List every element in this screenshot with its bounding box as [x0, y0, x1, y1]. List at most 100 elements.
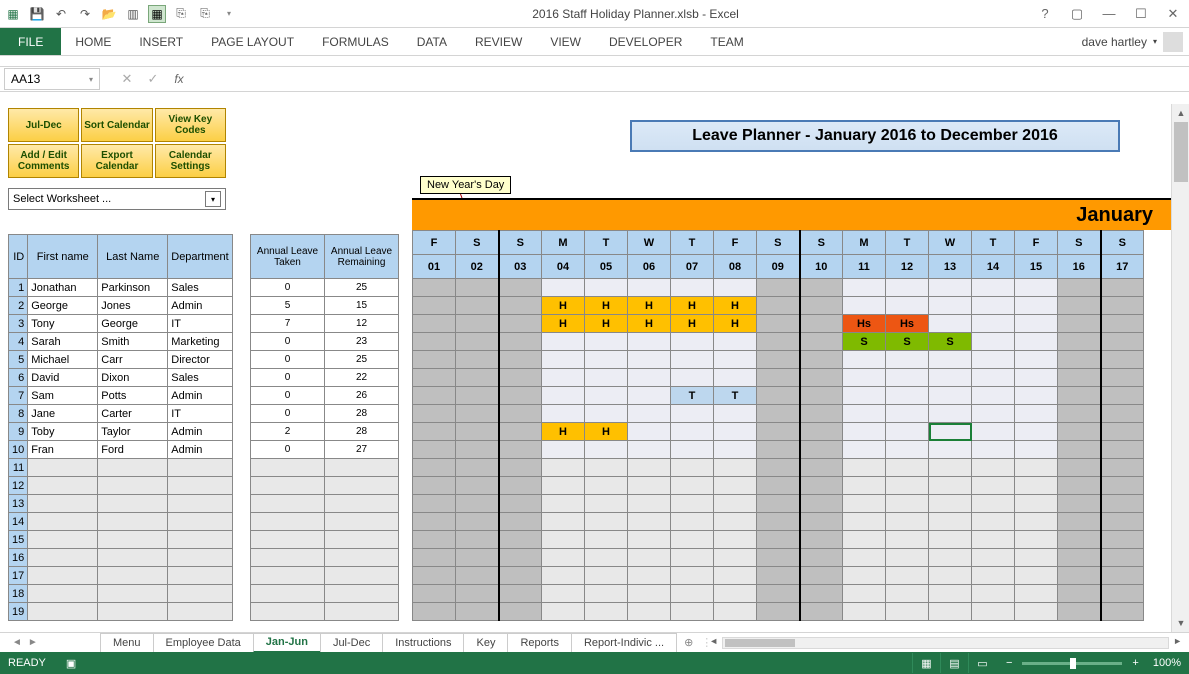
cal-cell[interactable]: [1015, 513, 1058, 531]
cal-cell[interactable]: [843, 549, 886, 567]
cal-cell[interactable]: [800, 567, 843, 585]
cal-cell[interactable]: [1101, 405, 1144, 423]
help-icon[interactable]: ?: [1033, 4, 1057, 24]
cal-row[interactable]: [413, 513, 1144, 531]
cal-cell[interactable]: [714, 513, 757, 531]
cal-row[interactable]: HHHHHHsHs: [413, 315, 1144, 333]
cal-cell[interactable]: [1101, 459, 1144, 477]
cal-cell[interactable]: S: [886, 333, 929, 351]
cal-cell[interactable]: [714, 405, 757, 423]
tab-formulas[interactable]: FORMULAS: [308, 28, 403, 55]
cal-cell[interactable]: [542, 387, 585, 405]
cal-cell[interactable]: [843, 369, 886, 387]
cal-cell[interactable]: [413, 297, 456, 315]
cal-row[interactable]: HHHHH: [413, 297, 1144, 315]
table-row[interactable]: [251, 513, 399, 531]
cal-cell[interactable]: [714, 531, 757, 549]
cal-cell[interactable]: [628, 531, 671, 549]
cal-cell[interactable]: [628, 387, 671, 405]
cal-cell[interactable]: [1101, 423, 1144, 441]
zoom-slider[interactable]: [1022, 662, 1122, 665]
undo-icon[interactable]: ↶: [52, 5, 70, 23]
cal-cell[interactable]: [671, 513, 714, 531]
cal-cell[interactable]: [456, 297, 499, 315]
cal-cell[interactable]: [843, 459, 886, 477]
cal-cell[interactable]: [714, 279, 757, 297]
maximize-icon[interactable]: ☐: [1129, 4, 1153, 24]
table-row[interactable]: [251, 477, 399, 495]
scroll-up-icon[interactable]: ▲: [1172, 104, 1189, 122]
cal-cell[interactable]: [1101, 477, 1144, 495]
cal-cell[interactable]: [413, 333, 456, 351]
tab-view[interactable]: VIEW: [536, 28, 595, 55]
cal-cell[interactable]: [800, 603, 843, 621]
cal-cell[interactable]: [714, 495, 757, 513]
cal-cell[interactable]: [671, 549, 714, 567]
sheet-tab[interactable]: Key: [463, 633, 508, 653]
cal-cell[interactable]: [1101, 279, 1144, 297]
cal-cell[interactable]: [456, 495, 499, 513]
cal-cell[interactable]: [413, 351, 456, 369]
cal-cell[interactable]: [542, 567, 585, 585]
cal-cell[interactable]: [800, 495, 843, 513]
cal-cell[interactable]: [929, 423, 972, 441]
cal-cell[interactable]: H: [542, 423, 585, 441]
table-row[interactable]: 17: [9, 567, 233, 585]
cal-cell[interactable]: [800, 459, 843, 477]
btn-sort-calendar[interactable]: Sort Calendar: [81, 108, 152, 142]
vertical-scrollbar[interactable]: ▲ ▼: [1171, 104, 1189, 632]
cal-cell[interactable]: H: [714, 315, 757, 333]
cal-cell[interactable]: [456, 405, 499, 423]
cal-cell[interactable]: [929, 549, 972, 567]
cal-cell[interactable]: H: [585, 315, 628, 333]
sheet-tab[interactable]: Jan-Jun: [253, 633, 321, 653]
cal-cell[interactable]: [628, 441, 671, 459]
cal-cell[interactable]: [413, 585, 456, 603]
cal-cell[interactable]: [585, 387, 628, 405]
fx-icon[interactable]: fx: [166, 68, 192, 90]
cal-cell[interactable]: [628, 459, 671, 477]
cal-row[interactable]: [413, 549, 1144, 567]
redo-icon[interactable]: ↷: [76, 5, 94, 23]
cal-cell[interactable]: [972, 351, 1015, 369]
cal-cell[interactable]: [456, 315, 499, 333]
sheet-tab[interactable]: Report-Indivic ...: [571, 633, 677, 653]
cal-cell[interactable]: [542, 603, 585, 621]
cal-cell[interactable]: [456, 369, 499, 387]
cal-cell[interactable]: [929, 405, 972, 423]
hscroll-thumb[interactable]: [725, 639, 795, 647]
cal-cell[interactable]: [499, 387, 542, 405]
cal-row[interactable]: [413, 279, 1144, 297]
cal-cell[interactable]: [499, 279, 542, 297]
cal-cell[interactable]: [1058, 441, 1101, 459]
cal-cell[interactable]: [585, 369, 628, 387]
cal-cell[interactable]: [1058, 351, 1101, 369]
cal-cell[interactable]: [456, 423, 499, 441]
cal-cell[interactable]: Hs: [843, 315, 886, 333]
cal-cell[interactable]: [800, 423, 843, 441]
cal-cell[interactable]: [714, 567, 757, 585]
cal-row[interactable]: [413, 603, 1144, 621]
table-row[interactable]: [251, 495, 399, 513]
cal-cell[interactable]: [972, 531, 1015, 549]
table-row[interactable]: [251, 567, 399, 585]
cal-cell[interactable]: [843, 279, 886, 297]
tab-data[interactable]: DATA: [403, 28, 461, 55]
tab-developer[interactable]: DEVELOPER: [595, 28, 696, 55]
cal-cell[interactable]: [1058, 531, 1101, 549]
cal-cell[interactable]: [843, 585, 886, 603]
qat-icon-2[interactable]: ▦: [148, 5, 166, 23]
table-row[interactable]: 023: [251, 333, 399, 351]
cal-cell[interactable]: [456, 279, 499, 297]
cal-cell[interactable]: [499, 549, 542, 567]
table-row[interactable]: [251, 549, 399, 567]
cal-cell[interactable]: [886, 603, 929, 621]
cal-cell[interactable]: [413, 369, 456, 387]
cal-cell[interactable]: [671, 279, 714, 297]
name-box[interactable]: AA13 ▾: [4, 68, 100, 90]
table-row[interactable]: [251, 531, 399, 549]
cal-cell[interactable]: [929, 459, 972, 477]
cal-cell[interactable]: [628, 567, 671, 585]
cal-cell[interactable]: [1101, 585, 1144, 603]
cal-cell[interactable]: [1101, 351, 1144, 369]
